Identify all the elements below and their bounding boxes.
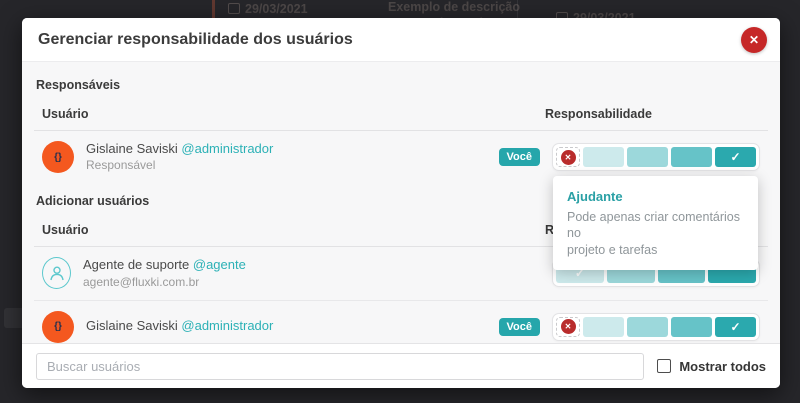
responsibility-level-control: ✕ ✓	[552, 143, 760, 171]
show-all-label: Mostrar todos	[679, 359, 766, 374]
avatar	[42, 257, 71, 289]
level-4-segment-selected[interactable]: ✓	[715, 147, 756, 167]
close-icon: ✕	[749, 33, 759, 47]
level-1-segment[interactable]	[583, 317, 624, 337]
you-badge: Você	[499, 148, 540, 166]
row-actions: Você ✕ ✓	[499, 313, 760, 341]
user-name: Gislaine Saviski @administrador	[86, 141, 273, 157]
user-role: Responsável	[86, 158, 273, 173]
check-icon: ✓	[730, 320, 740, 334]
check-icon: ✓	[730, 150, 740, 164]
calendar-icon	[228, 3, 240, 14]
tooltip-title: Ajudante	[567, 189, 744, 204]
person-icon	[48, 264, 66, 282]
org-avatar-glyph: {}	[54, 321, 62, 332]
column-header-responsabilidade: Responsabilidade	[545, 107, 760, 121]
user-info: Agente de suporte @agente agente@fluxki.…	[83, 257, 246, 289]
row-actions: Você ✕ ✓	[499, 143, 760, 171]
tooltip-text-line1: Pode apenas criar comentários no	[567, 209, 744, 242]
user-handle: @administrador	[181, 141, 273, 156]
table-header: Usuário Responsabilidade	[34, 101, 768, 131]
responsibility-level-control: ✕ ✓	[552, 313, 760, 341]
you-badge: Você	[499, 318, 540, 336]
level-2-segment[interactable]	[627, 147, 668, 167]
remove-responsibility-button[interactable]: ✕	[556, 317, 580, 337]
modal-footer: Mostrar todos	[22, 343, 780, 388]
column-header-usuario: Usuário	[42, 223, 545, 237]
remove-icon: ✕	[561, 150, 576, 165]
responsibility-tooltip: Ajudante Pode apenas criar comentários n…	[553, 176, 758, 270]
section-heading-responsaveis: Responsáveis	[34, 62, 768, 101]
user-name: Gislaine Saviski @administrador	[86, 318, 273, 334]
user-info: Gislaine Saviski @administrador Responsá…	[86, 141, 273, 173]
backdrop-description-line1: Exemplo de descrição	[388, 0, 520, 14]
avatar: {}	[42, 311, 74, 343]
org-avatar-glyph: {}	[54, 152, 62, 163]
level-1-segment[interactable]	[583, 147, 624, 167]
remove-responsibility-button[interactable]: ✕	[556, 147, 580, 167]
user-email: agente@fluxki.com.br	[83, 275, 246, 290]
show-all-checkbox[interactable]	[657, 359, 671, 373]
user-handle: @agente	[193, 257, 246, 272]
user-handle: @administrador	[181, 318, 273, 333]
close-button[interactable]: ✕	[741, 27, 767, 53]
show-all-control: Mostrar todos	[657, 359, 766, 374]
modal-title: Gerenciar responsabilidade dos usuários	[38, 31, 353, 49]
manage-responsibility-modal: Gerenciar responsabilidade dos usuários …	[22, 18, 780, 388]
level-2-segment[interactable]	[627, 317, 668, 337]
avatar: {}	[42, 141, 74, 173]
remove-icon: ✕	[561, 319, 576, 334]
level-4-segment-selected[interactable]: ✓	[715, 317, 756, 337]
search-input[interactable]	[36, 353, 644, 380]
level-3-segment[interactable]	[671, 317, 712, 337]
user-info: Gislaine Saviski @administrador	[86, 318, 273, 334]
backdrop-date: 29/03/2021	[228, 2, 308, 16]
level-3-segment[interactable]	[671, 147, 712, 167]
column-header-usuario: Usuário	[42, 107, 545, 121]
user-name: Agente de suporte @agente	[83, 257, 246, 273]
tooltip-text-line2: projeto e tarefas	[567, 242, 744, 258]
modal-header: Gerenciar responsabilidade dos usuários …	[22, 18, 780, 62]
